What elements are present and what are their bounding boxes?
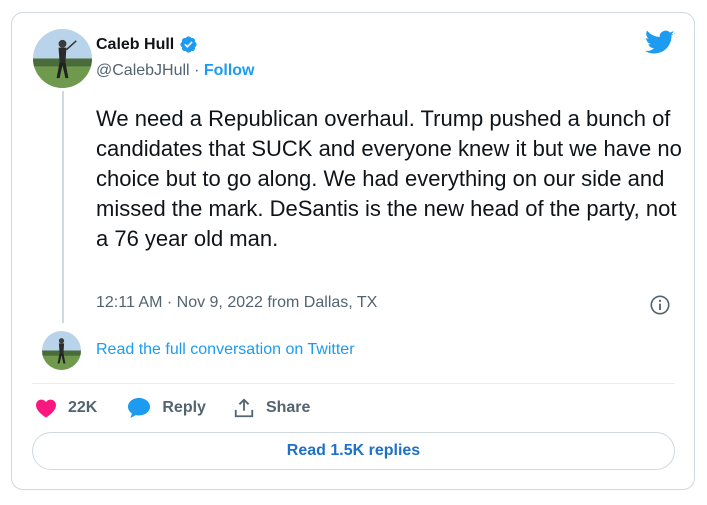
reply-label: Reply bbox=[162, 399, 206, 416]
verified-badge-icon bbox=[180, 36, 197, 53]
author-avatar-small[interactable] bbox=[42, 331, 81, 370]
share-arrow-icon bbox=[234, 398, 254, 418]
info-icon[interactable] bbox=[649, 294, 671, 316]
share-button[interactable]: Share bbox=[233, 397, 310, 419]
follow-button[interactable]: Follow bbox=[204, 62, 255, 79]
tweet-text: We need a Republican overhaul. Trump pus… bbox=[96, 106, 682, 251]
handle-separator: · bbox=[194, 62, 200, 79]
twitter-bird-icon[interactable] bbox=[645, 30, 675, 56]
read-replies-button[interactable]: Read 1.5K replies bbox=[32, 432, 675, 470]
author-name[interactable]: Caleb Hull bbox=[96, 36, 174, 54]
author-avatar[interactable] bbox=[33, 29, 92, 88]
speech-bubble-icon bbox=[128, 398, 151, 418]
author-handle[interactable]: @CalebJHull bbox=[96, 62, 190, 79]
divider bbox=[32, 383, 675, 384]
author-row: Caleb Hull bbox=[96, 35, 198, 54]
tweet-timestamp[interactable]: 12:11 AM · Nov 9, 2022 from Dallas, TX bbox=[96, 294, 377, 312]
reply-button[interactable]: Reply bbox=[127, 397, 206, 419]
heart-icon bbox=[36, 399, 56, 418]
like-button[interactable]: 22K bbox=[35, 398, 97, 418]
read-conversation-link[interactable]: Read the full conversation on Twitter bbox=[96, 341, 355, 359]
share-label: Share bbox=[265, 399, 311, 416]
like-count: 22K bbox=[68, 399, 98, 416]
thread-line bbox=[62, 91, 64, 323]
handle-row: @CalebJHull · Follow bbox=[96, 62, 255, 80]
action-bar: 22K Reply Share bbox=[35, 396, 310, 420]
avatar-photo-small bbox=[42, 331, 81, 370]
avatar-photo bbox=[33, 29, 92, 88]
